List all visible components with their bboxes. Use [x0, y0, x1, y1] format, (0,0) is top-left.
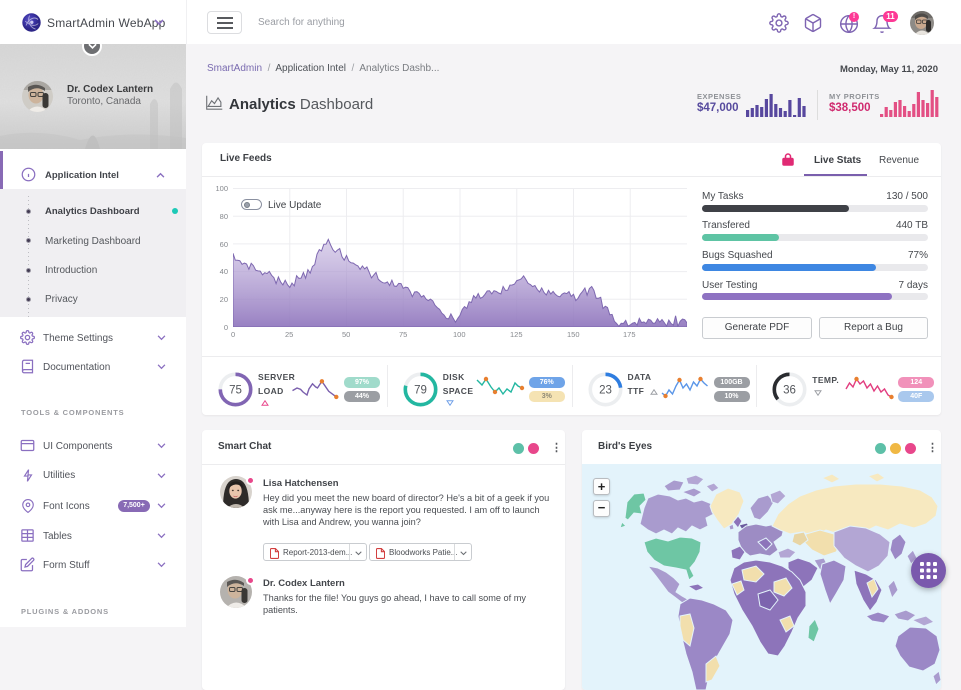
- svg-text:36: 36: [783, 385, 796, 397]
- svg-text:23: 23: [599, 385, 612, 397]
- svg-text:75: 75: [229, 385, 242, 397]
- svg-text:79: 79: [414, 385, 427, 397]
